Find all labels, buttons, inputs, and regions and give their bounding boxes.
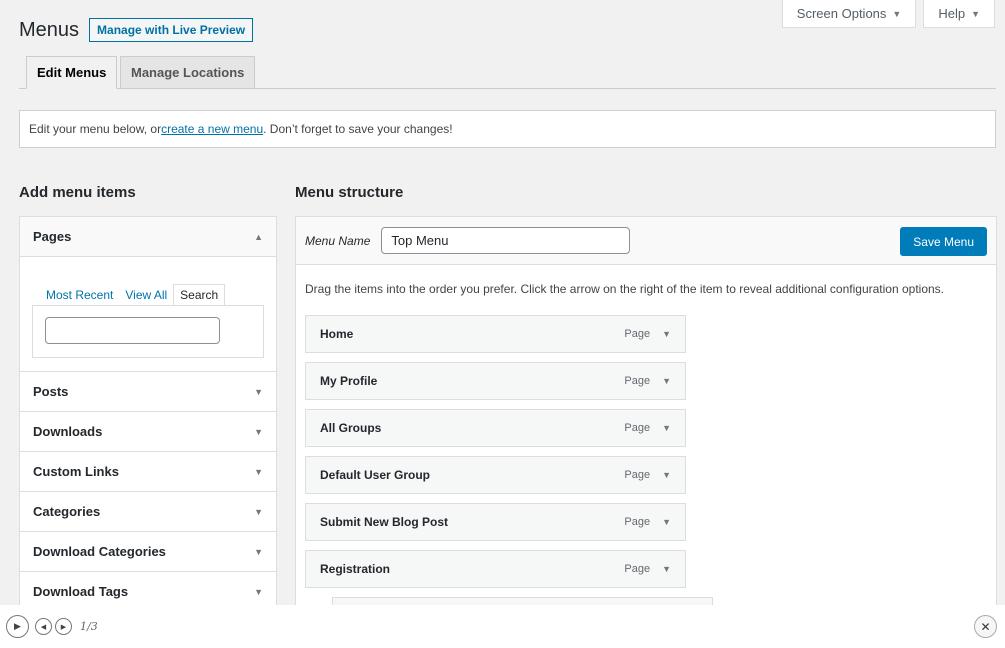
caret-down-icon: ▼ (971, 8, 980, 19)
accordion-label: Custom Links (33, 464, 119, 479)
tab-edit-menus[interactable]: Edit Menus (26, 56, 118, 89)
menu-item-type: Page (624, 422, 651, 434)
accordion-pages-header[interactable]: Pages ▲ (20, 217, 276, 257)
notice-text-after: . Don’t forget to save your changes! (263, 122, 453, 136)
subtab-view-all[interactable]: View All (119, 285, 173, 305)
menu-item-controls: Page ▼ (624, 516, 671, 528)
live-preview-button[interactable]: Manage with Live Preview (89, 18, 254, 42)
menu-item[interactable]: Default User Group Page ▼ (305, 456, 686, 494)
menu-structure-panel: Menu Name Top Menu Save Menu Drag the it… (295, 216, 997, 616)
menu-item[interactable]: Registration Page ▼ (305, 550, 686, 588)
accordion-categories-header[interactable]: Categories ▼ (20, 492, 276, 532)
menu-item-title: My Profile (320, 374, 378, 388)
accordion-label: Download Categories (33, 544, 166, 559)
play-icon[interactable]: ▶ (6, 615, 29, 638)
caret-down-icon: ▼ (254, 506, 263, 517)
notice-text-before: Edit your menu below, or (29, 122, 162, 136)
menu-item-controls: Page ▼ (624, 563, 671, 575)
caret-down-icon: ▼ (892, 8, 902, 19)
search-panel (32, 305, 264, 358)
menu-item-controls: Page ▼ (624, 375, 671, 387)
title-row: Menus Manage with Live Preview (19, 18, 254, 42)
menu-item-title: Default User Group (320, 468, 431, 482)
previous-icon[interactable]: ◀ (35, 618, 52, 635)
add-menu-items-heading: Add menu items (19, 184, 136, 201)
caret-down-icon: ▼ (254, 546, 263, 557)
close-icon[interactable]: ✕ (974, 615, 997, 638)
menu-item-type: Page (624, 563, 651, 575)
menu-item-title: All Groups (320, 421, 382, 435)
accordion-label: Download Tags (33, 584, 129, 599)
menu-name-label: Menu Name (305, 233, 371, 248)
menu-item-type: Page (624, 516, 651, 528)
expand-arrow-icon[interactable]: ▼ (662, 376, 671, 386)
manage-menus-notice: Edit your menu below, or create a new me… (19, 110, 996, 148)
caret-up-icon: ▲ (254, 231, 263, 242)
player-bar: ▶ ◀ ▶ 1/3 ✕ (0, 605, 1005, 648)
subtab-most-recent[interactable]: Most Recent (40, 285, 119, 305)
next-icon[interactable]: ▶ (55, 618, 72, 635)
menu-name-input[interactable]: Top Menu (381, 227, 631, 254)
help-label: Help (938, 6, 966, 21)
add-menu-items-accordion: Pages ▲ Most Recent View All Search Post… (19, 216, 277, 616)
accordion-pages-panel: Most Recent View All Search (20, 257, 276, 372)
subtab-search[interactable]: Search (173, 284, 226, 305)
pages-search-input[interactable] (45, 317, 220, 344)
menu-item-title: Submit New Blog Post (320, 515, 449, 529)
accordion-label: Categories (33, 504, 101, 519)
menu-header: Menu Name Top Menu Save Menu (296, 217, 996, 265)
accordion-pages-label: Pages (33, 229, 72, 244)
help-button[interactable]: Help ▼ (923, 0, 995, 28)
menu-item[interactable]: Submit New Blog Post Page ▼ (305, 503, 686, 541)
drag-instructions: Drag the items into the order you prefer… (305, 282, 945, 296)
screen-meta-links: Screen Options ▼ Help ▼ (781, 0, 995, 28)
accordion-label: Posts (33, 384, 69, 399)
slide-counter: 1/3 (80, 620, 98, 633)
menu-item[interactable]: All Groups Page ▼ (305, 409, 686, 447)
menu-item-controls: Page ▼ (624, 422, 671, 434)
menu-item-controls: Page ▼ (624, 328, 671, 340)
accordion-download-categories-header[interactable]: Download Categories ▼ (20, 532, 276, 572)
accordion-posts-header[interactable]: Posts ▼ (20, 372, 276, 412)
menu-item-type: Page (624, 375, 651, 387)
caret-down-icon: ▼ (254, 386, 263, 397)
expand-arrow-icon[interactable]: ▼ (662, 564, 671, 574)
accordion-label: Downloads (33, 424, 103, 439)
create-new-menu-link[interactable]: create a new menu (161, 122, 263, 136)
menu-item-title: Home (320, 327, 354, 341)
screen-options-button[interactable]: Screen Options ▼ (781, 0, 917, 28)
menu-item-type: Page (624, 469, 651, 481)
caret-down-icon: ▼ (254, 586, 263, 597)
expand-arrow-icon[interactable]: ▼ (662, 517, 671, 527)
expand-arrow-icon[interactable]: ▼ (662, 470, 671, 480)
caret-down-icon: ▼ (254, 426, 263, 437)
accordion-downloads-header[interactable]: Downloads ▼ (20, 412, 276, 452)
menu-item-controls: Page ▼ (624, 469, 671, 481)
expand-arrow-icon[interactable]: ▼ (662, 423, 671, 433)
menu-item-type: Page (624, 328, 651, 340)
menu-structure-heading: Menu structure (295, 184, 404, 201)
save-menu-button[interactable]: Save Menu (900, 227, 987, 256)
menu-item[interactable]: Home Page ▼ (305, 315, 686, 353)
pages-subtabs: Most Recent View All Search (32, 283, 264, 305)
menu-item-title: Registration (320, 562, 391, 576)
caret-down-icon: ▼ (254, 466, 263, 477)
accordion-custom-links-header[interactable]: Custom Links ▼ (20, 452, 276, 492)
menu-item[interactable]: My Profile Page ▼ (305, 362, 686, 400)
screen-options-label: Screen Options (796, 6, 887, 21)
tab-manage-locations[interactable]: Manage Locations (120, 56, 256, 89)
page-title: Menus (19, 18, 80, 41)
expand-arrow-icon[interactable]: ▼ (662, 329, 671, 339)
nav-tab-wrapper: Edit Menus Manage Locations (19, 56, 996, 89)
menu-items-list: Home Page ▼ My Profile Page ▼ All Groups P… (296, 315, 996, 615)
